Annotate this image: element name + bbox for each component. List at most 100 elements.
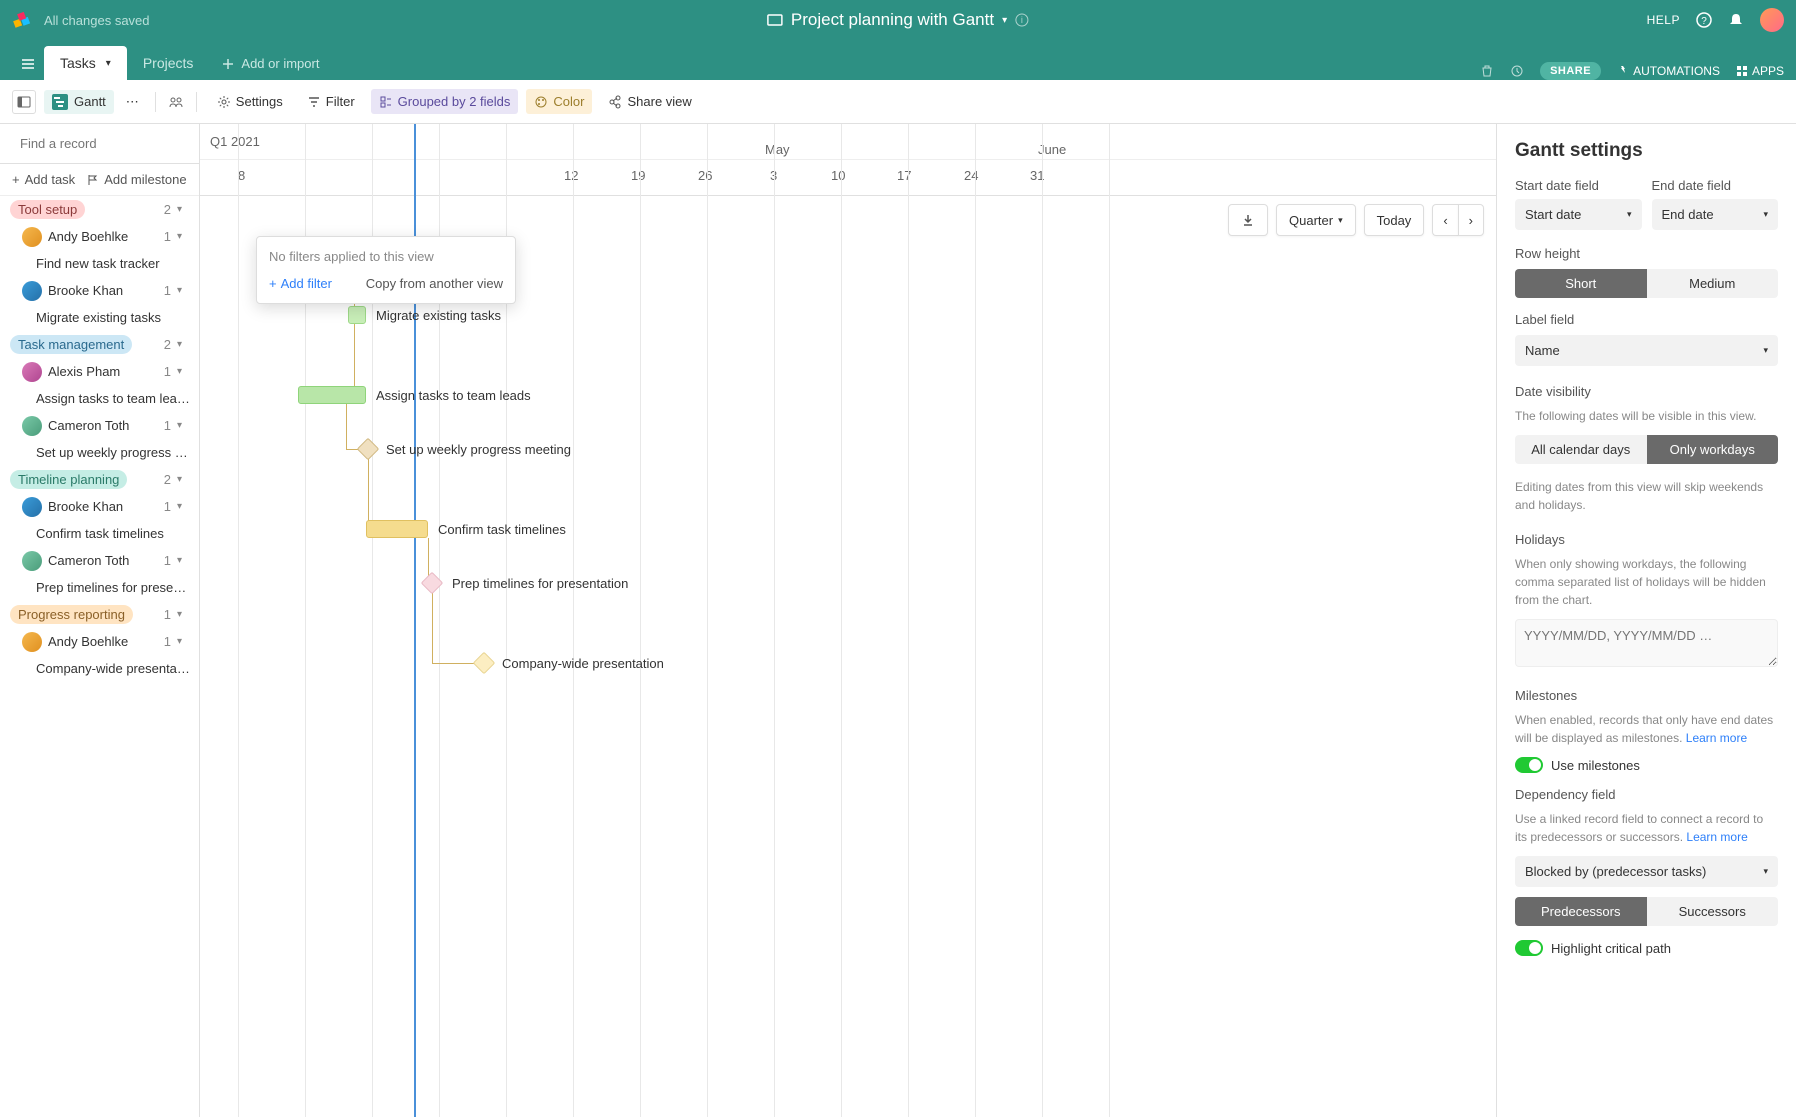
- bell-icon[interactable]: [1728, 12, 1744, 28]
- plus-icon: +: [12, 172, 20, 187]
- today-button[interactable]: Today: [1364, 204, 1425, 236]
- add-import-button[interactable]: Add or import: [209, 47, 331, 80]
- copy-from-view-button[interactable]: Copy from another view: [366, 276, 503, 291]
- group-header[interactable]: Progress reporting1▾: [0, 601, 199, 628]
- settings-button[interactable]: Settings: [209, 89, 291, 114]
- download-icon: [1241, 213, 1255, 227]
- color-button[interactable]: Color: [526, 89, 592, 114]
- gantt-bar-label: Confirm task timelines: [438, 522, 566, 537]
- person-name: Cameron Toth: [48, 553, 164, 568]
- learn-more-milestones[interactable]: Learn more: [1686, 731, 1747, 745]
- predecessors-option[interactable]: Predecessors: [1515, 897, 1647, 926]
- zoom-select[interactable]: Quarter ▾: [1276, 204, 1356, 236]
- history-icon[interactable]: [1510, 64, 1524, 78]
- user-avatar[interactable]: [1760, 8, 1784, 32]
- trash-icon[interactable]: [1480, 64, 1494, 78]
- app-logo-icon[interactable]: [12, 10, 32, 30]
- gantt-icon: [52, 94, 68, 110]
- help-icon[interactable]: ?: [1696, 12, 1712, 28]
- group-count: 2: [164, 472, 171, 487]
- share-view-button[interactable]: Share view: [600, 89, 699, 114]
- avatar: [22, 362, 42, 382]
- project-title[interactable]: Project planning with Gantt ▾ i: [767, 10, 1029, 30]
- grouped-button[interactable]: Grouped by 2 fields: [371, 89, 519, 114]
- task-row[interactable]: Company-wide presenta…: [0, 655, 199, 682]
- help-link[interactable]: HELP: [1647, 13, 1680, 27]
- task-row[interactable]: Assign tasks to team lea…: [0, 385, 199, 412]
- tab-tasks[interactable]: Tasks ▾: [44, 46, 127, 80]
- svg-text:i: i: [1021, 15, 1023, 25]
- tab-projects[interactable]: Projects: [127, 46, 210, 80]
- task-row[interactable]: Confirm task timelines: [0, 520, 199, 547]
- gear-icon: [217, 95, 231, 109]
- apps-icon: [1736, 65, 1748, 77]
- group-header[interactable]: Timeline planning2▾: [0, 466, 199, 493]
- group-header[interactable]: Tool setup2▾: [0, 196, 199, 223]
- group-header[interactable]: Task management2▾: [0, 331, 199, 358]
- search-input[interactable]: [20, 136, 196, 151]
- gantt-bar[interactable]: [366, 520, 428, 538]
- automations-link[interactable]: AUTOMATIONS: [1617, 64, 1720, 78]
- holidays-input[interactable]: [1515, 619, 1778, 667]
- person-row[interactable]: Cameron Toth1▾: [0, 412, 199, 439]
- gantt-bar[interactable]: [348, 306, 366, 324]
- person-row[interactable]: Andy Boehlke1▾: [0, 628, 199, 655]
- successors-option[interactable]: Successors: [1647, 897, 1779, 926]
- filter-dropdown: No filters applied to this view + Add fi…: [256, 236, 516, 304]
- chevron-down-icon: ▾: [177, 285, 189, 296]
- add-task-button[interactable]: + Add task: [12, 172, 75, 187]
- gantt-milestone[interactable]: [473, 652, 496, 675]
- avatar: [22, 551, 42, 571]
- more-icon[interactable]: ⋯: [122, 90, 143, 114]
- chevron-down-icon: ▾: [177, 474, 189, 485]
- chevron-down-icon: ▾: [177, 420, 189, 431]
- milestones-toggle[interactable]: [1515, 757, 1543, 773]
- add-milestone-button[interactable]: Add milestone: [87, 172, 186, 187]
- download-icon-button[interactable]: [1228, 204, 1268, 236]
- sidebar-toggle-button[interactable]: [12, 90, 36, 114]
- gantt-bar[interactable]: [298, 386, 366, 404]
- share-button[interactable]: SHARE: [1540, 62, 1601, 80]
- row-height-short[interactable]: Short: [1515, 269, 1647, 298]
- next-button[interactable]: ›: [1458, 204, 1484, 236]
- person-row[interactable]: Alexis Pham1▾: [0, 358, 199, 385]
- person-row[interactable]: Brooke Khan1▾: [0, 493, 199, 520]
- avatar: [22, 632, 42, 652]
- label-field-select[interactable]: Name ▾: [1515, 335, 1778, 366]
- day-label: 12: [564, 168, 578, 183]
- search-bar[interactable]: [0, 124, 199, 164]
- person-name: Cameron Toth: [48, 418, 164, 433]
- task-row[interactable]: Migrate existing tasks: [0, 304, 199, 331]
- menu-icon[interactable]: [12, 48, 44, 80]
- task-row[interactable]: Prep timelines for prese…: [0, 574, 199, 601]
- group-pill: Task management: [10, 335, 132, 354]
- end-date-select[interactable]: End date ▾: [1652, 199, 1779, 230]
- person-name: Brooke Khan: [48, 283, 164, 298]
- day-label: 26: [698, 168, 712, 183]
- person-row[interactable]: Brooke Khan1▾: [0, 277, 199, 304]
- gantt-milestone[interactable]: [357, 438, 380, 461]
- person-row[interactable]: Andy Boehlke1▾: [0, 223, 199, 250]
- row-height-medium[interactable]: Medium: [1647, 269, 1779, 298]
- svg-text:?: ?: [1701, 16, 1707, 27]
- day-label: 17: [897, 168, 911, 183]
- view-name-badge[interactable]: Gantt: [44, 90, 114, 114]
- group-icon: [379, 95, 393, 109]
- task-row[interactable]: Set up weekly progress …: [0, 439, 199, 466]
- info-icon[interactable]: i: [1015, 13, 1029, 27]
- critical-path-toggle[interactable]: [1515, 940, 1543, 956]
- apps-link[interactable]: APPS: [1736, 64, 1784, 78]
- all-days-option[interactable]: All calendar days: [1515, 435, 1647, 464]
- start-date-select[interactable]: Start date ▾: [1515, 199, 1642, 230]
- person-row[interactable]: Cameron Toth1▾: [0, 547, 199, 574]
- dependency-select[interactable]: Blocked by (predecessor tasks) ▾: [1515, 856, 1778, 887]
- workdays-option[interactable]: Only workdays: [1647, 435, 1779, 464]
- learn-more-dependency[interactable]: Learn more: [1686, 830, 1747, 844]
- people-icon[interactable]: [168, 94, 184, 110]
- task-row[interactable]: Find new task tracker: [0, 250, 199, 277]
- group-pill: Progress reporting: [10, 605, 133, 624]
- prev-button[interactable]: ‹: [1432, 204, 1457, 236]
- add-filter-button[interactable]: + Add filter: [269, 276, 332, 291]
- filter-button[interactable]: Filter: [299, 89, 363, 114]
- dependency-direction-toggle: Predecessors Successors: [1515, 897, 1778, 926]
